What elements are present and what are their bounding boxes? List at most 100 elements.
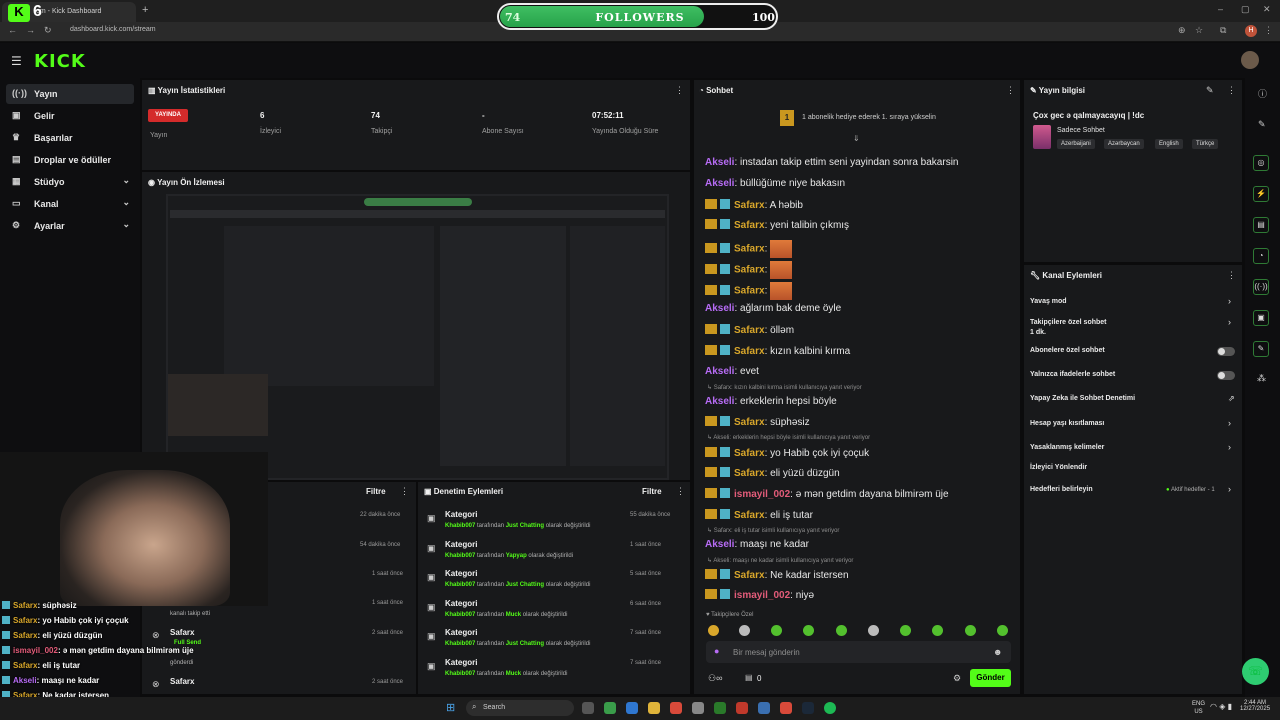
chrome-icon[interactable]: [670, 702, 682, 714]
toggle-switch[interactable]: [1217, 347, 1235, 356]
chat-message[interactable]: Akseli: maaşı ne kadar: [705, 539, 809, 550]
pencil-icon[interactable]: ✎: [1258, 119, 1266, 130]
activity-filter[interactable]: Filtre: [366, 487, 386, 496]
mod-row-category[interactable]: Muck: [506, 612, 521, 618]
forward-icon[interactable]: →: [26, 25, 35, 35]
emote-quick-icon[interactable]: [965, 625, 976, 636]
mod-row-user[interactable]: Khabib007: [445, 671, 475, 677]
app-icon[interactable]: [692, 702, 704, 714]
mod-row-category[interactable]: Yapyap: [506, 553, 527, 559]
rail-button-7[interactable]: ✎: [1253, 341, 1269, 357]
channel-action-item[interactable]: Hedefleri belirleyin: [1030, 486, 1093, 493]
chat-reply-context[interactable]: ↳ Safarx: eli iş tutar isimli kullanıcıy…: [707, 527, 839, 534]
language-indicator[interactable]: ENG US: [1192, 700, 1205, 716]
emote-quick-icon[interactable]: [708, 625, 719, 636]
mod-filter[interactable]: Filtre: [642, 487, 662, 496]
channel-action-item[interactable]: Yavaş mod: [1030, 298, 1067, 305]
app-icon[interactable]: [758, 702, 770, 714]
chat-username[interactable]: Safarx: [734, 200, 765, 211]
chat-username[interactable]: Safarx: [734, 286, 765, 297]
app-icon[interactable]: [604, 702, 616, 714]
chat-message[interactable]: Safarx: ölləm: [705, 324, 794, 336]
channel-action-item[interactable]: İzleyici Yönlendir: [1030, 464, 1087, 471]
scroll-down-icon[interactable]: ⇓: [853, 134, 860, 143]
file-explorer-icon[interactable]: [648, 702, 660, 714]
minimize-icon[interactable]: –: [1218, 4, 1223, 14]
chat-emote[interactable]: [770, 282, 793, 300]
mod-row-user[interactable]: Khabib007: [445, 641, 475, 647]
toggle-switch[interactable]: [1217, 371, 1235, 380]
chat-username[interactable]: Akseli: [705, 366, 734, 377]
sidebar-item-studyo[interactable]: ▦ Stüdyo ⌄: [6, 172, 134, 192]
chat-message[interactable]: Safarx: yeni talibin çıkmış: [705, 219, 849, 231]
chat-message[interactable]: Akseli: ağlarım bak deme öyle: [705, 303, 841, 314]
task-view-icon[interactable]: [582, 702, 594, 714]
chat-menu-icon[interactable]: ⋮: [1006, 85, 1015, 96]
rail-button-1[interactable]: ◎: [1253, 155, 1269, 171]
chat-reply-context[interactable]: ↳ Akseli: erkeklerin hepsi böyle isimli …: [707, 434, 870, 441]
chat-emote[interactable]: [770, 261, 793, 279]
emote-quick-icon[interactable]: [868, 625, 879, 636]
steam-icon[interactable]: [802, 702, 814, 714]
chat-username[interactable]: Safarx: [734, 510, 765, 521]
chat-message[interactable]: Safarx: eli yüzü düzgün: [705, 467, 840, 479]
mod-row-category[interactable]: Just Chatting: [506, 582, 544, 588]
apps-icon[interactable]: ⁂: [1257, 373, 1266, 384]
chat-username[interactable]: Akseli: [705, 539, 734, 550]
app-icon[interactable]: [626, 702, 638, 714]
chat-username[interactable]: Safarx: [734, 570, 765, 581]
sidebar-item-basarilar[interactable]: ♛ Başarılar: [6, 128, 134, 148]
emote-quick-icon[interactable]: [932, 625, 943, 636]
mod-row-user[interactable]: Khabib007: [445, 582, 475, 588]
gear-icon[interactable]: ⚙: [953, 673, 961, 684]
app-icon[interactable]: [780, 702, 792, 714]
chat-reply-context[interactable]: ↳ Safarx: kızın kalbini kırma isimli kul…: [707, 384, 862, 391]
chat-username[interactable]: ismayil_002: [734, 489, 790, 500]
chat-username[interactable]: ismayil_002: [734, 590, 790, 601]
emoji-icon[interactable]: ☻: [993, 647, 1002, 657]
profile-icon[interactable]: H: [1245, 25, 1257, 37]
chat-message[interactable]: Safarx: A həbib: [705, 199, 803, 211]
sidebar-item-kanal[interactable]: ▭ Kanal ⌄: [6, 194, 134, 214]
chat-username[interactable]: Safarx: [734, 346, 765, 357]
chat-username[interactable]: Safarx: [734, 325, 765, 336]
mod-row-user[interactable]: Khabib007: [445, 523, 475, 529]
spotify-icon[interactable]: [824, 702, 836, 714]
chat-username[interactable]: Safarx: [734, 448, 765, 459]
chat-message[interactable]: Akseli: evet: [705, 366, 759, 377]
rail-button-3[interactable]: ▤: [1253, 217, 1269, 233]
chat-username[interactable]: Safarx: [734, 244, 765, 255]
emote-quick-icon[interactable]: [836, 625, 847, 636]
chat-username[interactable]: Akseli: [705, 303, 734, 314]
activity-menu-icon[interactable]: ⋮: [400, 486, 409, 497]
chat-message[interactable]: Safarx: süphəsiz: [705, 416, 810, 428]
bookmark-star-icon[interactable]: ☆: [1195, 25, 1203, 36]
chat-message[interactable]: Safarx: kızın kalbini kırma: [705, 345, 850, 357]
close-circle-icon[interactable]: ⊗: [152, 630, 160, 641]
chat-username[interactable]: Akseli: [705, 157, 734, 168]
chat-message[interactable]: Safarx:: [705, 282, 793, 300]
chat-message[interactable]: ismayil_002: ə mən getdim dayana bilmirə…: [705, 488, 949, 500]
send-button[interactable]: Gönder: [970, 669, 1011, 687]
emote-quick-icon[interactable]: [997, 625, 1008, 636]
taskbar-search[interactable]: Search: [466, 700, 574, 716]
chat-username[interactable]: Safarx: [734, 417, 765, 428]
sidebar-item-yayin[interactable]: ((·)) Yayın: [6, 84, 134, 104]
zoom-icon[interactable]: ⊕: [1178, 25, 1186, 36]
reload-icon[interactable]: ↻: [44, 25, 52, 36]
mod-menu-icon[interactable]: ⋮: [676, 486, 685, 497]
chat-message[interactable]: Akseli: instadan takip ettim seni yayind…: [705, 157, 958, 168]
chat-username[interactable]: Safarx: [734, 468, 765, 479]
mod-row-user[interactable]: Khabib007: [445, 612, 475, 618]
channel-action-item[interactable]: Yapay Zeka ile Sohbet Denetimi: [1030, 395, 1135, 402]
windows-start-icon[interactable]: ⊞: [446, 701, 455, 714]
rail-button-4[interactable]: ◔: [1253, 248, 1269, 264]
extensions-icon[interactable]: ⧉: [1220, 25, 1226, 36]
emote-quick-icon[interactable]: [900, 625, 911, 636]
chat-message[interactable]: Safarx: eli iş tutar: [705, 509, 813, 521]
rail-button-5[interactable]: ((·)): [1253, 279, 1269, 295]
edit-icon[interactable]: ✎: [1206, 85, 1214, 96]
back-icon[interactable]: ←: [8, 25, 17, 35]
close-window-icon[interactable]: ✕: [1263, 4, 1271, 15]
chat-message[interactable]: ismayil_002: niyə: [705, 589, 814, 601]
